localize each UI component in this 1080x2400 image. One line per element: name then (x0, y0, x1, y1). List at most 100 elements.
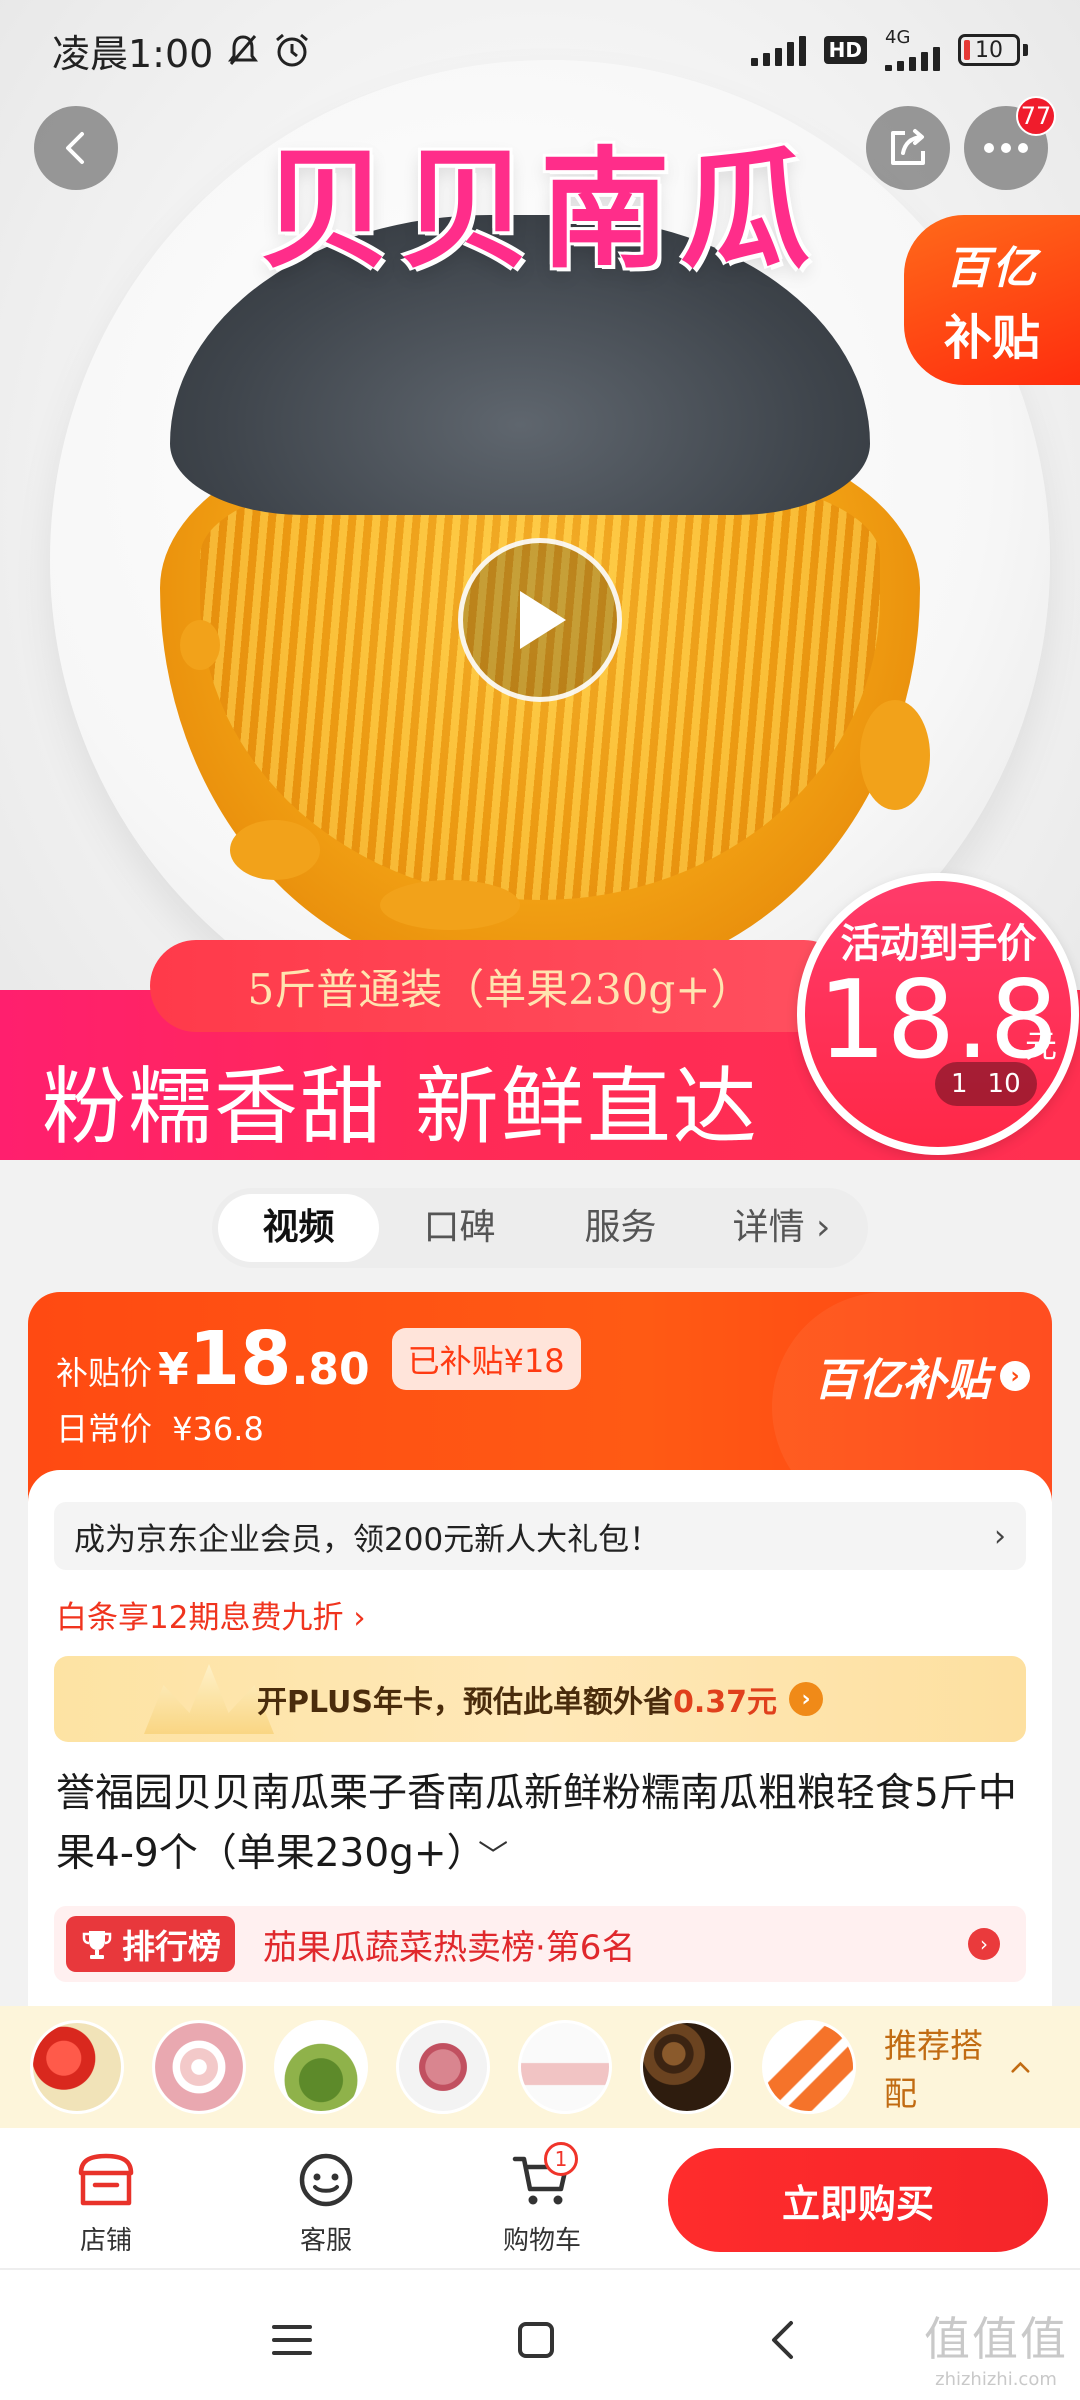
tab-details[interactable]: 详情 › (701, 1194, 862, 1262)
plus-card-banner[interactable]: 开PLUS年卡，预估此单额外省 0.37元 › (54, 1656, 1026, 1742)
hero-slogan: 粉糯香甜 新鲜直达 (42, 1058, 759, 1156)
recommend-thumb-package[interactable] (518, 2020, 612, 2114)
recommend-thumb-tomato[interactable] (30, 2020, 124, 2114)
watermark-url: zhizhizhi.com (935, 2369, 1057, 2390)
ranking-row[interactable]: 排行榜 茄果瓜蔬菜热卖榜·第6名 › (54, 1906, 1026, 1982)
cart-label: 购物车 (502, 2226, 581, 2256)
chevron-right-icon: › (1000, 1361, 1030, 1391)
chevron-right-icon: › (994, 1518, 1006, 1554)
customer-service-icon (299, 2153, 353, 2207)
bell-muted-icon (228, 35, 259, 65)
customer-service-button[interactable]: 客服 (266, 2148, 386, 2257)
pumpkin-crumb (180, 620, 220, 670)
home-nav-button[interactable] (506, 2310, 566, 2370)
subsidy-tag-line2: 补贴 (943, 310, 1040, 366)
chevron-left-icon (66, 132, 84, 164)
billion-subsidy-link[interactable]: 百亿补贴 › (814, 1344, 1030, 1408)
cart-count-badge: 1 (544, 2142, 578, 2176)
back-button[interactable] (34, 106, 118, 190)
plus-banner-text: 开PLUS年卡，预估此单额外省 (256, 1685, 673, 1720)
share-button[interactable] (866, 106, 950, 190)
tab-service[interactable]: 服务 (540, 1194, 701, 1262)
crown-icon (144, 1664, 274, 1734)
status-time: 凌晨1:00 (52, 31, 214, 76)
subsidized-amount-badge: 已补贴¥18 (391, 1328, 581, 1390)
pumpkin-crumb (230, 820, 320, 880)
recommend-thumb-onion[interactable] (152, 2020, 246, 2114)
product-title-block[interactable]: 誉福园贝贝南瓜栗子香南瓜新鲜粉糯南瓜粗粮轻食5斤中果4-9个（单果230g+） ﹀ (56, 1764, 1036, 1887)
chevron-right-icon: › (968, 1928, 1000, 1960)
activity-price-unit: 元 (1024, 1027, 1057, 1065)
tab-video[interactable]: 视频 (218, 1194, 379, 1262)
recommend-combo-toggle[interactable]: 推荐搭配 (884, 2019, 1030, 2115)
chevron-up-icon (1011, 2061, 1030, 2073)
activity-price-circle: 活动到手价 18.8 元 (797, 873, 1079, 1155)
arrow-right-icon: › (789, 1682, 824, 1716)
recommend-strip: 推荐搭配 (0, 2006, 1080, 2128)
trophy-icon (82, 1931, 112, 1959)
recommend-label: 推荐搭配 (884, 2026, 983, 2113)
more-dots-icon (984, 143, 1028, 153)
image-counter-current: 1 (951, 1069, 968, 1099)
recommend-thumb-artichoke[interactable] (274, 2020, 368, 2114)
signal-icon (750, 34, 806, 66)
alarm-clock-icon (276, 33, 309, 67)
currency-symbol: ¥ (158, 1344, 189, 1395)
member-promo-text: 成为京东企业会员，领200元新人大礼包！ (74, 1521, 661, 1558)
more-button[interactable]: 77 (964, 96, 1056, 190)
signal-4g-icon (885, 47, 940, 71)
price-integer: 18 (188, 1316, 292, 1402)
ranking-tag: 排行榜 (66, 1916, 235, 1972)
daily-price-row: 日常价 ¥36.8 (56, 1404, 264, 1450)
cart-button[interactable]: 1 购物车 (482, 2142, 602, 2257)
subsidy-tag-line1: 百亿 (946, 243, 1038, 294)
pumpkin-crumb (380, 880, 520, 930)
daily-price-label: 日常价 (56, 1410, 153, 1448)
pumpkin-crumb (860, 700, 930, 810)
shop-button[interactable]: 店铺 (46, 2148, 166, 2257)
activity-price-value: 18.8 (817, 958, 1059, 1083)
image-counter-total: 10 (987, 1069, 1021, 1099)
recommend-thumb-carrot[interactable] (762, 2020, 856, 2114)
service-label: 客服 (299, 2226, 352, 2256)
recommend-thumb-mushroom[interactable] (640, 2020, 734, 2114)
play-video-button[interactable] (458, 538, 622, 702)
message-count-badge: 77 (1016, 96, 1056, 136)
play-icon (520, 591, 566, 649)
baitiao-installment-link[interactable]: 白条享12期息费九折 › (56, 1592, 366, 1637)
watermark: 值值值 zhizhizhi.com (924, 2303, 1068, 2390)
chevron-down-icon: ﹀ (478, 1839, 509, 1874)
battery-icon: 10 (958, 34, 1028, 66)
plus-saving-amount: 0.37元 (672, 1685, 778, 1720)
network-type: 4G (885, 27, 911, 48)
back-nav-button[interactable] (752, 2310, 812, 2370)
price-decimal: .80 (291, 1344, 370, 1395)
enterprise-member-promo[interactable]: 成为京东企业会员，领200元新人大礼包！ › (54, 1502, 1026, 1570)
menu-icon (272, 2325, 312, 2355)
buy-now-button[interactable]: 立即购买 (668, 2148, 1048, 2252)
subsidy-corner-tag: 百亿 补贴 (904, 215, 1080, 385)
share-icon (891, 129, 925, 165)
pack-spec-pill: 5斤普通装（单果230g+） (150, 940, 850, 1032)
tab-reviews[interactable]: 口碑 (379, 1194, 540, 1262)
shop-label: 店铺 (79, 2226, 132, 2256)
system-nav-bar: 值值值 zhizhizhi.com (0, 2270, 1080, 2400)
image-counter: 1 10 (935, 1062, 1037, 1106)
menu-nav-button[interactable] (262, 2310, 322, 2370)
battery-level: 10 (975, 37, 1003, 63)
watermark-text: 值值值 (924, 2312, 1068, 2366)
ranking-text: 茄果瓜蔬菜热卖榜·第6名 (263, 1927, 636, 1968)
recommend-thumb-meat[interactable] (396, 2020, 490, 2114)
section-tabs: 视频 口碑 服务 详情 › (212, 1188, 868, 1268)
subsidy-price-label: 补贴价 (56, 1354, 153, 1392)
home-square-icon (518, 2322, 554, 2358)
hd-badge: HD (823, 36, 867, 64)
bottom-action-bar: 店铺 客服 1 购物车 立即购买 (0, 2128, 1080, 2270)
back-chevron-icon (772, 2321, 793, 2359)
ranking-tag-label: 排行榜 (122, 1927, 221, 1966)
status-bar: 凌晨1:00 HD 4G 10 (0, 0, 1080, 100)
shop-icon (78, 2153, 134, 2206)
product-info-card: 成为京东企业会员，领200元新人大礼包！ › 白条享12期息费九折 › 开PLU… (28, 1470, 1052, 2010)
product-title: 誉福园贝贝南瓜栗子香南瓜新鲜粉糯南瓜粗粮轻食5斤中果4-9个（单果230g+） (56, 1771, 1017, 1876)
daily-price-value: ¥36.8 (172, 1410, 264, 1448)
